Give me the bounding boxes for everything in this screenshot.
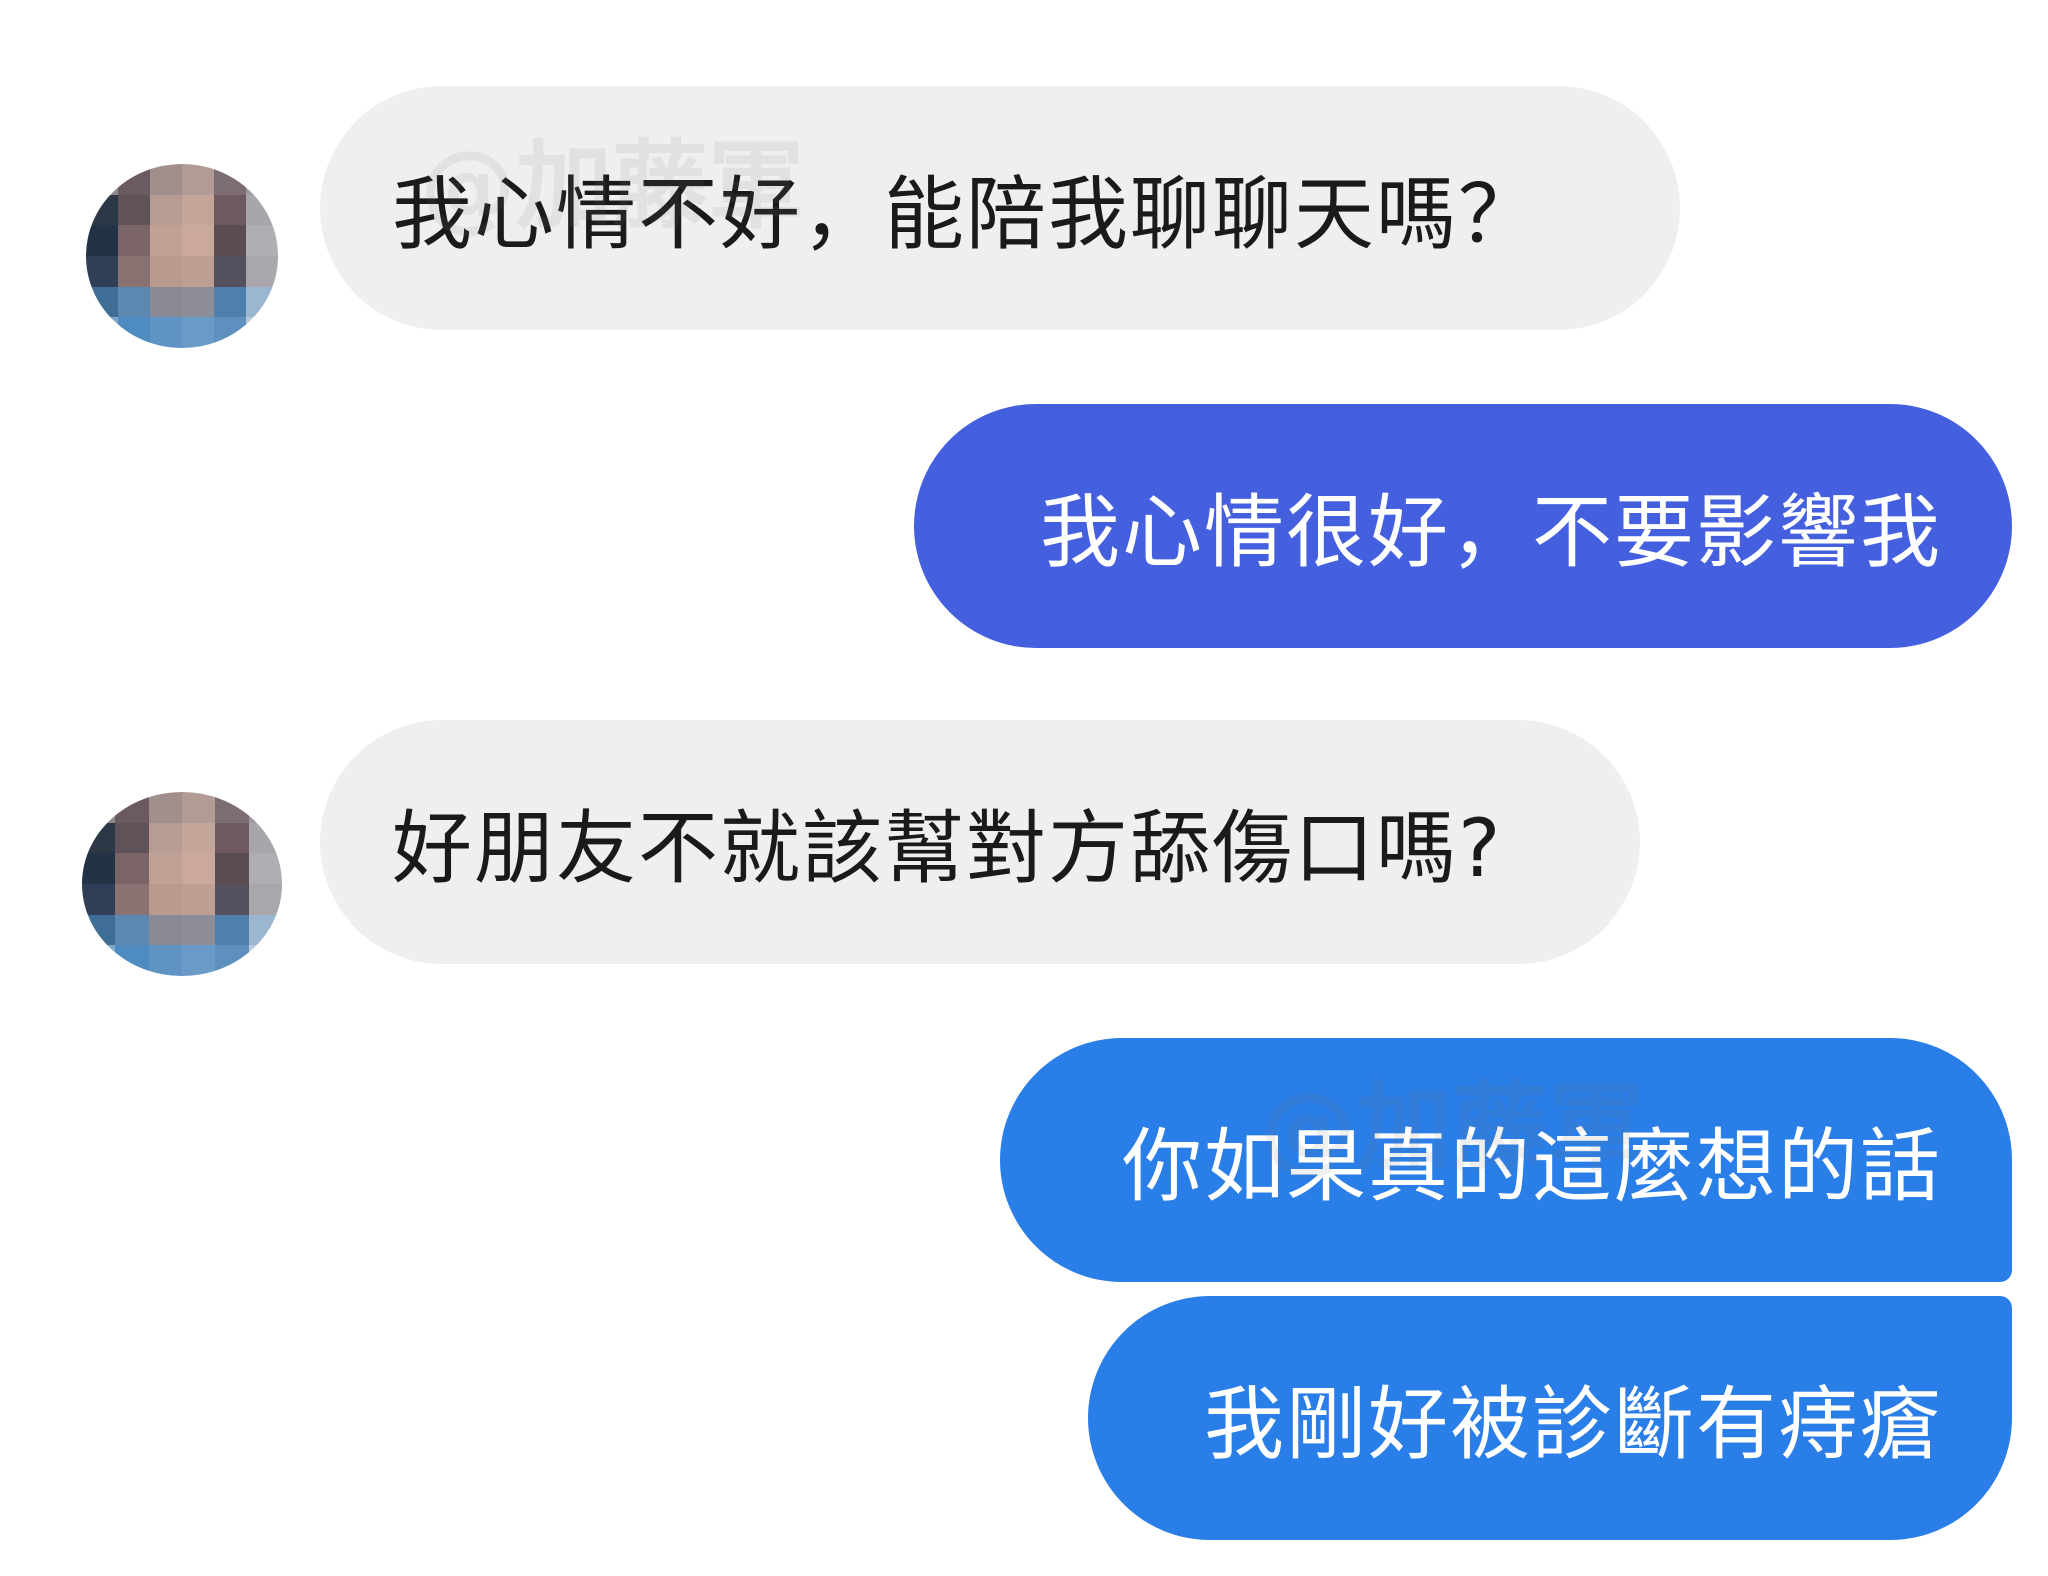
avatar-pixel bbox=[82, 853, 116, 884]
avatar-pixel bbox=[181, 792, 216, 823]
avatar-pixel bbox=[248, 822, 282, 854]
avatar-pixel bbox=[215, 853, 249, 884]
avatar-pixel bbox=[246, 255, 278, 287]
avatar-pixel bbox=[115, 853, 149, 884]
avatar-pixel bbox=[246, 225, 278, 256]
avatar-pixel bbox=[181, 945, 216, 976]
avatar-pixel bbox=[115, 914, 149, 946]
message-bubble-outgoing[interactable]: 我剛好被診斷有痔瘡 bbox=[1088, 1296, 2012, 1540]
avatar-pixel bbox=[148, 853, 182, 884]
avatar-pixel bbox=[82, 792, 116, 823]
message-bubble-incoming[interactable]: 好朋友不就該幫對方舔傷口嗎? bbox=[320, 720, 1640, 964]
avatar-pixel bbox=[150, 164, 182, 195]
message-bubble-incoming[interactable]: 我心情不好，能陪我聊聊天嗎？ bbox=[320, 86, 1680, 330]
avatar-pixel bbox=[118, 164, 150, 195]
avatar-pixel bbox=[150, 225, 182, 256]
avatar-pixel bbox=[150, 255, 182, 287]
chat-thread: 我心情不好，能陪我聊聊天嗎？ 我心情很好，不要影響我 好朋友不就該幫對方舔傷口嗎… bbox=[0, 0, 2048, 1576]
avatar-pixel bbox=[215, 945, 249, 976]
avatar-pixel bbox=[148, 945, 182, 976]
avatar-pixel bbox=[82, 914, 116, 946]
avatar-pixel bbox=[86, 317, 118, 348]
avatar-pixel bbox=[214, 317, 246, 348]
message-bubble-outgoing[interactable]: 我心情很好，不要影響我 bbox=[914, 404, 2012, 648]
avatar-pixel bbox=[246, 194, 278, 226]
avatar-pixel bbox=[150, 286, 182, 318]
avatar-pixel bbox=[248, 853, 282, 884]
avatar-pixel bbox=[118, 225, 150, 256]
avatar-pixel bbox=[86, 164, 118, 195]
avatar-pixel bbox=[82, 883, 116, 915]
message-text: 我心情不好，能陪我聊聊天嗎？ bbox=[392, 168, 1540, 261]
avatar-pixel bbox=[214, 255, 246, 287]
avatar-pixel bbox=[182, 286, 214, 318]
avatar-pixel bbox=[115, 822, 149, 854]
avatar-pixel bbox=[118, 255, 150, 287]
avatar-pixel bbox=[246, 317, 278, 348]
avatar-pixel bbox=[248, 914, 282, 946]
avatar-pixel bbox=[214, 194, 246, 226]
avatar-pixel bbox=[148, 914, 182, 946]
avatar-pixel bbox=[150, 194, 182, 226]
avatar-pixel bbox=[246, 286, 278, 318]
avatar-pixel bbox=[214, 164, 246, 195]
avatar-pixel bbox=[182, 317, 214, 348]
avatar-pixel bbox=[148, 792, 182, 823]
avatar-pixel bbox=[115, 883, 149, 915]
message-text: 好朋友不就該幫對方舔傷口嗎? bbox=[392, 802, 1503, 895]
avatar-pixel bbox=[182, 255, 214, 287]
avatar-pixel bbox=[182, 164, 214, 195]
avatar-pixel bbox=[118, 194, 150, 226]
message-text: 我剛好被診斷有痔瘡 bbox=[1204, 1378, 1942, 1471]
avatar-pixel bbox=[86, 194, 118, 226]
avatar-pixel bbox=[115, 945, 149, 976]
avatar-pixel bbox=[86, 225, 118, 256]
avatar-pixel bbox=[181, 883, 216, 915]
avatar-pixel bbox=[215, 883, 249, 915]
message-text: 我心情很好，不要影響我 bbox=[1040, 486, 1942, 579]
avatar-pixel bbox=[182, 194, 214, 226]
contact-avatar[interactable] bbox=[82, 792, 282, 976]
avatar-pixel bbox=[118, 286, 150, 318]
avatar-pixel bbox=[148, 883, 182, 915]
avatar-pixel bbox=[181, 914, 216, 946]
avatar-pixel bbox=[148, 822, 182, 854]
avatar-pixel bbox=[248, 883, 282, 915]
avatar-pixel bbox=[181, 822, 216, 854]
avatar-pixel bbox=[181, 853, 216, 884]
message-text: 你如果真的這麼想的話 bbox=[1122, 1120, 1942, 1213]
avatar-pixel bbox=[248, 792, 282, 823]
avatar-pixel bbox=[215, 822, 249, 854]
avatar-pixel bbox=[246, 164, 278, 195]
avatar-pixel bbox=[182, 225, 214, 256]
avatar-pixel bbox=[118, 317, 150, 348]
avatar-pixel bbox=[215, 914, 249, 946]
message-bubble-outgoing[interactable]: 你如果真的這麼想的話 bbox=[1000, 1038, 2012, 1282]
avatar-pixel bbox=[82, 822, 116, 854]
avatar-pixel bbox=[86, 255, 118, 287]
avatar-pixel bbox=[82, 945, 116, 976]
avatar-pixel bbox=[248, 945, 282, 976]
avatar-pixel bbox=[214, 286, 246, 318]
avatar-pixel bbox=[115, 792, 149, 823]
avatar-pixel bbox=[214, 225, 246, 256]
avatar-pixel bbox=[86, 286, 118, 318]
avatar-pixel bbox=[150, 317, 182, 348]
contact-avatar[interactable] bbox=[86, 164, 278, 348]
avatar-pixel bbox=[215, 792, 249, 823]
